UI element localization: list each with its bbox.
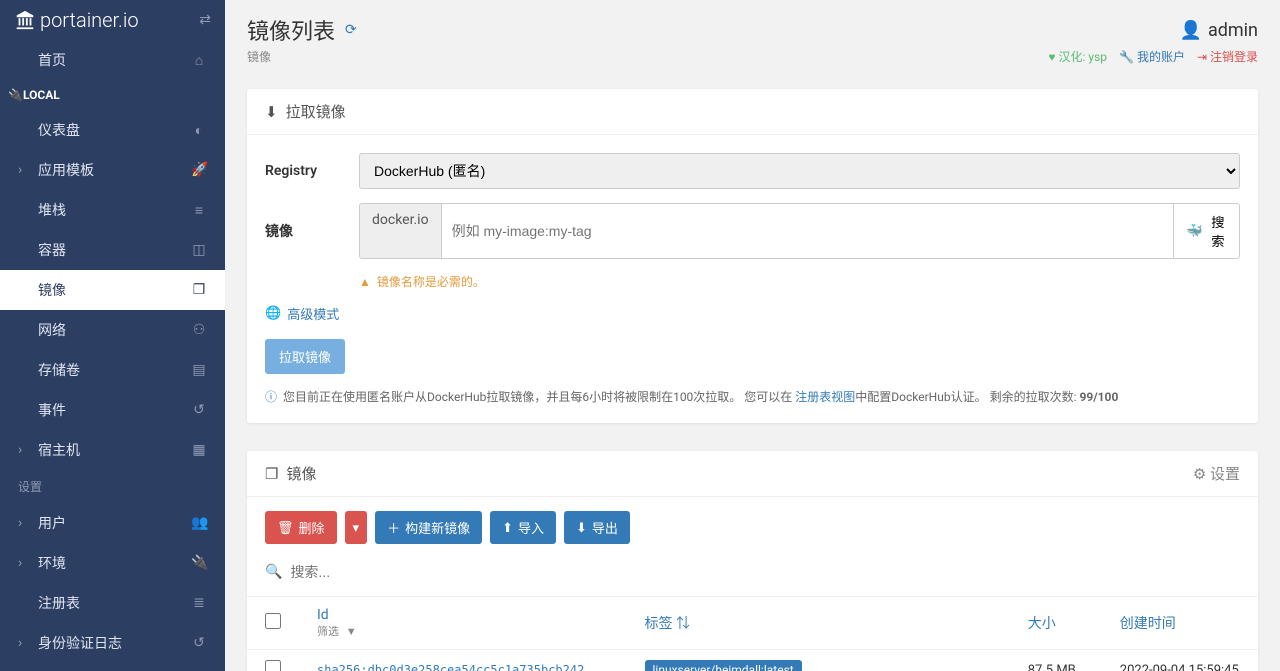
search-icon: 🔍 bbox=[265, 564, 282, 580]
user-icon: 👤 bbox=[1180, 20, 1202, 41]
nav-authlogs[interactable]: ›身份验证日志↺ bbox=[0, 623, 225, 663]
select-all-checkbox[interactable] bbox=[265, 613, 281, 629]
col-size[interactable]: 大小 bbox=[1010, 597, 1102, 650]
logo[interactable]: portainer.io ⇄ bbox=[0, 0, 225, 40]
globe-icon: 🌐 bbox=[265, 306, 281, 321]
image-label: 镜像 bbox=[265, 221, 345, 241]
plus-icon: ＋ bbox=[387, 518, 400, 537]
nav-networks[interactable]: 网络⚇ bbox=[0, 310, 225, 350]
brand-text: portainer.io bbox=[40, 8, 139, 32]
plug-icon: 🔌 bbox=[191, 555, 207, 571]
page-title: 镜像列表 bbox=[247, 14, 335, 46]
table-row: sha256:dbc0d3e258cea54cc5c1a735bcb242...… bbox=[247, 650, 1258, 671]
nav-dashboard[interactable]: 仪表盘◐ bbox=[0, 110, 225, 150]
registry-label: Registry bbox=[265, 163, 345, 179]
sidebar: portainer.io ⇄ 首页⌂ 🔌 LOCAL 仪表盘◐ ›应用模板🚀 堆… bbox=[0, 0, 225, 671]
user-area[interactable]: 👤 admin bbox=[1180, 20, 1258, 41]
search-button[interactable]: 🐳 搜索 bbox=[1174, 203, 1240, 259]
advanced-mode-link[interactable]: 🌐 高级模式 bbox=[265, 304, 1240, 323]
images-panel: ❐ 镜像 ⚙ 设置 🗑删除 ▾ ＋构建新镜像 ⬆导入 ⬇导出 🔍 Id筛选 bbox=[247, 451, 1258, 671]
nav-containers[interactable]: 容器◫ bbox=[0, 230, 225, 270]
image-tag[interactable]: linuxserver/heimdall:latest bbox=[645, 660, 802, 671]
row-checkbox[interactable] bbox=[265, 660, 281, 671]
image-id-link[interactable]: sha256:dbc0d3e258cea54cc5c1a735bcb242... bbox=[317, 663, 606, 671]
export-button[interactable]: ⬇导出 bbox=[564, 511, 630, 544]
home-icon: ⌂ bbox=[191, 52, 207, 69]
swap-icon[interactable]: ⇄ bbox=[199, 12, 211, 28]
username: admin bbox=[1208, 20, 1258, 41]
warning-text: ▲ 镜像名称是必需的。 bbox=[359, 273, 1240, 290]
download-icon: ⬇ bbox=[265, 103, 278, 121]
pull-image-panel: ⬇ 拉取镜像 Registry DockerHub (匿名) 镜像 docker… bbox=[247, 89, 1258, 423]
breadcrumb: 镜像 bbox=[247, 48, 271, 65]
col-tags[interactable]: 标签 ⇅ bbox=[627, 597, 1010, 650]
nav-host[interactable]: ›宿主机▦ bbox=[0, 430, 225, 470]
main: 镜像列表 ⟳ 👤 admin 镜像 ♥ 汉化: ysp 🔧 我的账户 ⇥ 注销登… bbox=[225, 0, 1280, 671]
registry-view-link[interactable]: 注册表视图 bbox=[795, 390, 855, 404]
trash-icon: 🗑 bbox=[277, 520, 294, 536]
account-link[interactable]: 🔧 我的账户 bbox=[1119, 48, 1185, 65]
history-icon: ↺ bbox=[191, 402, 207, 418]
nav-env[interactable]: ›环境🔌 bbox=[0, 543, 225, 583]
docker-icon: 🐳 bbox=[1186, 223, 1203, 239]
nav-registries[interactable]: 注册表≣ bbox=[0, 583, 225, 623]
portainer-logo-icon bbox=[14, 9, 36, 31]
filter-icon[interactable]: ▼ bbox=[346, 625, 357, 638]
box-icon: ◫ bbox=[191, 242, 207, 258]
upload-icon: ⬆ bbox=[502, 520, 513, 536]
import-button[interactable]: ⬆导入 bbox=[490, 511, 556, 544]
nav-templates[interactable]: ›应用模板🚀 bbox=[0, 150, 225, 190]
remove-button[interactable]: 🗑删除 bbox=[265, 511, 337, 544]
sitemap-icon: ⚇ bbox=[191, 322, 207, 338]
hdd-icon: ▤ bbox=[191, 362, 207, 378]
registry-select[interactable]: DockerHub (匿名) bbox=[359, 153, 1240, 189]
refresh-icon[interactable]: ⟳ bbox=[345, 22, 357, 38]
pull-panel-title: 拉取镜像 bbox=[286, 101, 346, 122]
nav-images[interactable]: 镜像❐ bbox=[0, 270, 225, 310]
list-icon: ≡ bbox=[191, 202, 207, 219]
logout-link[interactable]: ⇥ 注销登录 bbox=[1197, 48, 1258, 65]
images-table: Id筛选 ▼ 标签 ⇅ 大小 创建时间 sha256:dbc0d3e258cea… bbox=[247, 596, 1258, 671]
col-id[interactable]: Id筛选 ▼ bbox=[299, 597, 627, 650]
pull-image-button[interactable]: 拉取镜像 bbox=[265, 339, 345, 374]
nav-home[interactable]: 首页⌂ bbox=[0, 40, 225, 80]
sort-icon: ⇅ bbox=[676, 616, 690, 632]
th-icon: ▦ bbox=[191, 442, 207, 458]
settings-header: 设置 bbox=[0, 470, 225, 503]
image-input[interactable] bbox=[441, 203, 1175, 259]
local-section: 🔌 LOCAL bbox=[0, 80, 225, 110]
build-button[interactable]: ＋构建新镜像 bbox=[375, 511, 482, 544]
rate-limit-info: ⓘ 您目前正在使用匿名账户从DockerHub拉取镜像，并且每6小时将被限制在1… bbox=[265, 388, 1240, 405]
search-input[interactable] bbox=[290, 558, 1240, 586]
remove-dropdown[interactable]: ▾ bbox=[345, 511, 368, 544]
rocket-icon: 🚀 bbox=[191, 162, 207, 178]
i18n-link[interactable]: ♥ 汉化: ysp bbox=[1048, 48, 1107, 65]
download-icon: ⬇ bbox=[576, 520, 587, 536]
image-created: 2022-09-04 15:59:45 bbox=[1102, 650, 1258, 671]
image-prefix: docker.io bbox=[359, 203, 441, 259]
image-size: 87.5 MB bbox=[1010, 650, 1102, 671]
clone-icon: ❐ bbox=[191, 282, 207, 298]
warning-icon: ▲ bbox=[359, 275, 371, 289]
nav-events[interactable]: 事件↺ bbox=[0, 390, 225, 430]
col-created[interactable]: 创建时间 bbox=[1102, 597, 1258, 650]
nav-settings[interactable]: ›设置⚙ bbox=[0, 663, 225, 671]
history-icon: ↺ bbox=[191, 635, 207, 651]
nav-users[interactable]: ›用户👥 bbox=[0, 503, 225, 543]
panel-settings-link[interactable]: ⚙ 设置 bbox=[1193, 463, 1240, 484]
info-icon: ⓘ bbox=[265, 388, 277, 405]
users-icon: 👥 bbox=[191, 515, 207, 531]
nav-stacks[interactable]: 堆栈≡ bbox=[0, 190, 225, 230]
database-icon: ≣ bbox=[191, 595, 207, 611]
gauge-icon: ◐ bbox=[191, 122, 207, 139]
clone-icon: ❐ bbox=[265, 465, 278, 483]
header: 镜像列表 ⟳ 👤 admin 镜像 ♥ 汉化: ysp 🔧 我的账户 ⇥ 注销登… bbox=[225, 0, 1280, 75]
images-panel-title: 镜像 bbox=[286, 463, 316, 484]
nav-volumes[interactable]: 存储卷▤ bbox=[0, 350, 225, 390]
